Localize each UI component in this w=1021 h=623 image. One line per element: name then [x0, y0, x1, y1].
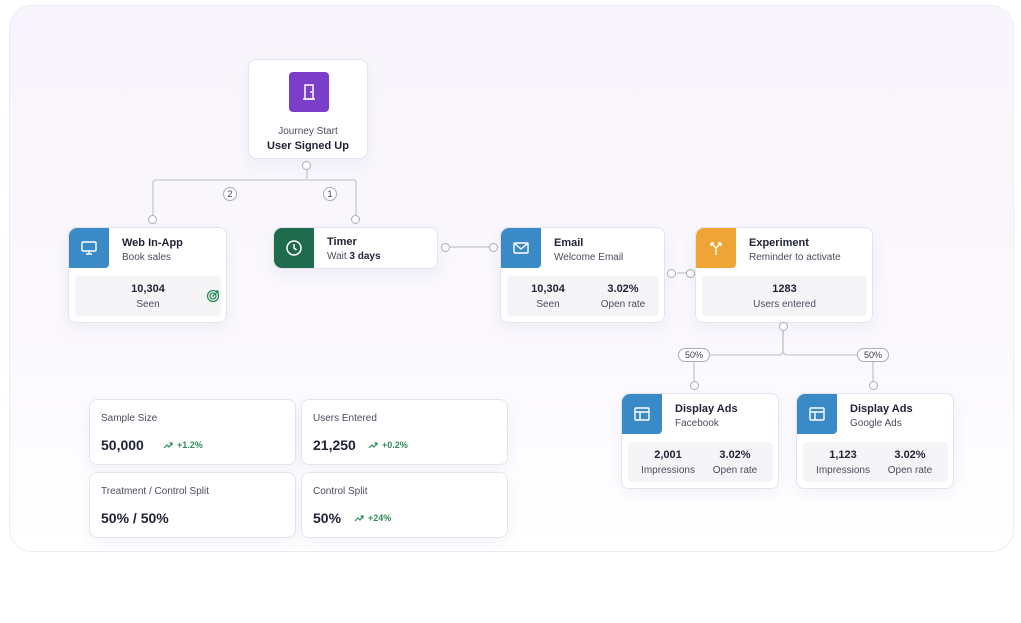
experiment-subtitle: Reminder to activate: [749, 252, 841, 263]
google-ads-stats: 1,123 Impressions 3.02% Open rate: [803, 442, 948, 482]
users-entered-trend-value: +0.2%: [382, 440, 408, 450]
control-split-label: Control Split: [313, 486, 368, 497]
web-in-app-node[interactable]: Web In-App Book sales 10,304 Seen: [68, 227, 227, 323]
layout-icon: [622, 394, 662, 434]
facebook-impressions-label: Impressions: [641, 465, 695, 476]
control-split-trend: +24%: [354, 513, 391, 523]
treatment-split-card: Treatment / Control Split 50% / 50%: [89, 472, 296, 538]
email-open-rate-value: 3.02%: [607, 283, 639, 295]
users-entered-card: Users Entered 21,250 +0.2%: [301, 399, 508, 465]
facebook-ads-title: Display Ads: [675, 403, 738, 415]
journey-start-title: User Signed Up: [267, 140, 349, 152]
layout-icon: [797, 394, 837, 434]
facebook-open-rate-value: 3.02%: [719, 449, 751, 461]
display-ads-facebook-node[interactable]: Display Ads Facebook 2,001 Impressions 3…: [621, 393, 779, 489]
branch-badge-1[interactable]: 1: [323, 187, 337, 201]
experiment-input-port[interactable]: [686, 269, 695, 278]
timer-input-port[interactable]: [351, 215, 360, 224]
experiment-stats: 1283 Users entered: [702, 276, 867, 316]
google-impressions-value: 1,123: [829, 449, 857, 461]
trend-up-icon: [354, 515, 364, 522]
experiment-title: Experiment: [749, 237, 809, 249]
trend-up-icon: [368, 442, 378, 449]
seen-stat: 10,304 Seen: [75, 282, 221, 312]
google-impressions-label: Impressions: [816, 465, 870, 476]
users-entered-value: 1283: [772, 283, 797, 295]
email-subtitle: Welcome Email: [554, 252, 624, 263]
google-open-rate-value: 3.02%: [894, 449, 926, 461]
google-open-rate-stat: 3.02% Open rate: [875, 448, 945, 478]
facebook-open-rate-stat: 3.02% Open rate: [700, 448, 770, 478]
google-open-rate-label: Open rate: [887, 465, 933, 476]
split-badge-right[interactable]: 50%: [857, 348, 889, 362]
journey-start-node[interactable]: Journey Start User Signed Up: [248, 59, 368, 159]
timer-subtitle: Wait 3 days: [327, 251, 381, 262]
journey-start-caption: Journey Start: [278, 126, 338, 137]
facebook-ads-stats: 2,001 Impressions 3.02% Open rate: [628, 442, 773, 482]
email-open-rate-stat: 3.02% Open rate: [583, 282, 663, 312]
timer-title: Timer: [327, 236, 357, 248]
web-in-app-subtitle: Book sales: [122, 252, 171, 263]
envelope-icon: [501, 228, 541, 268]
facebook-open-rate-label: Open rate: [712, 465, 758, 476]
split-icon: [696, 228, 736, 268]
display-ads-google-node[interactable]: Display Ads Google Ads 1,123 Impressions…: [796, 393, 954, 489]
facebook-ads-input-port[interactable]: [690, 381, 699, 390]
email-node[interactable]: Email Welcome Email 10,304 Seen 3.02% Op…: [500, 227, 665, 323]
email-input-port[interactable]: [489, 243, 498, 252]
email-output-port[interactable]: [667, 269, 676, 278]
google-ads-title: Display Ads: [850, 403, 913, 415]
treatment-split-label: Treatment / Control Split: [101, 486, 210, 497]
target-icon: [206, 289, 220, 303]
users-entered-stat: 1283 Users entered: [702, 282, 867, 312]
experiment-node[interactable]: Experiment Reminder to activate 1283 Use…: [695, 227, 873, 323]
google-ads-input-port[interactable]: [869, 381, 878, 390]
monitor-icon: [69, 228, 109, 268]
google-ads-subtitle: Google Ads: [850, 418, 902, 429]
journey-start-output-port[interactable]: [302, 161, 311, 170]
timer-output-port[interactable]: [441, 243, 450, 252]
branch-badge-2[interactable]: 2: [223, 187, 237, 201]
web-in-app-input-port[interactable]: [148, 215, 157, 224]
timer-subtitle-value: 3 days: [349, 251, 381, 262]
sample-size-trend: +1.2%: [163, 440, 203, 450]
trend-up-icon: [163, 442, 173, 449]
experiment-output-port[interactable]: [779, 322, 788, 331]
facebook-impressions-value: 2,001: [654, 449, 682, 461]
split-badge-left[interactable]: 50%: [678, 348, 710, 362]
users-entered-card-label: Users Entered: [313, 413, 377, 424]
seen-label: Seen: [136, 299, 160, 310]
sample-size-label: Sample Size: [101, 413, 158, 424]
treatment-split-value: 50% / 50%: [101, 510, 169, 526]
users-entered-label: Users entered: [753, 299, 816, 310]
control-split-trend-value: +24%: [368, 513, 392, 523]
email-title: Email: [554, 237, 584, 249]
facebook-ads-subtitle: Facebook: [675, 418, 719, 429]
sample-size-trend-value: +1.2%: [177, 440, 203, 450]
facebook-impressions-stat: 2,001 Impressions: [632, 448, 704, 478]
seen-value: 10,304: [131, 283, 165, 295]
email-stats: 10,304 Seen 3.02% Open rate: [507, 276, 659, 316]
sample-size-value: 50,000: [101, 437, 144, 453]
control-split-value: 50%: [313, 510, 342, 526]
users-entered-trend: +0.2%: [368, 440, 408, 450]
google-impressions-stat: 1,123 Impressions: [807, 448, 879, 478]
email-seen-label: Seen: [536, 299, 560, 310]
email-seen-value: 10,304: [531, 283, 565, 295]
users-entered-card-value: 21,250: [313, 437, 356, 453]
door-icon: [289, 72, 329, 112]
web-in-app-stats: 10,304 Seen: [75, 276, 221, 316]
timer-subtitle-prefix: Wait: [327, 251, 347, 262]
sample-size-card: Sample Size 50,000 +1.2%: [89, 399, 296, 465]
web-in-app-title: Web In-App: [122, 237, 183, 249]
email-seen-stat: 10,304 Seen: [507, 282, 589, 312]
timer-node[interactable]: Timer Wait 3 days: [273, 227, 438, 269]
control-split-card: Control Split 50% +24%: [301, 472, 508, 538]
clock-icon: [274, 228, 314, 268]
email-open-rate-label: Open rate: [600, 299, 646, 310]
